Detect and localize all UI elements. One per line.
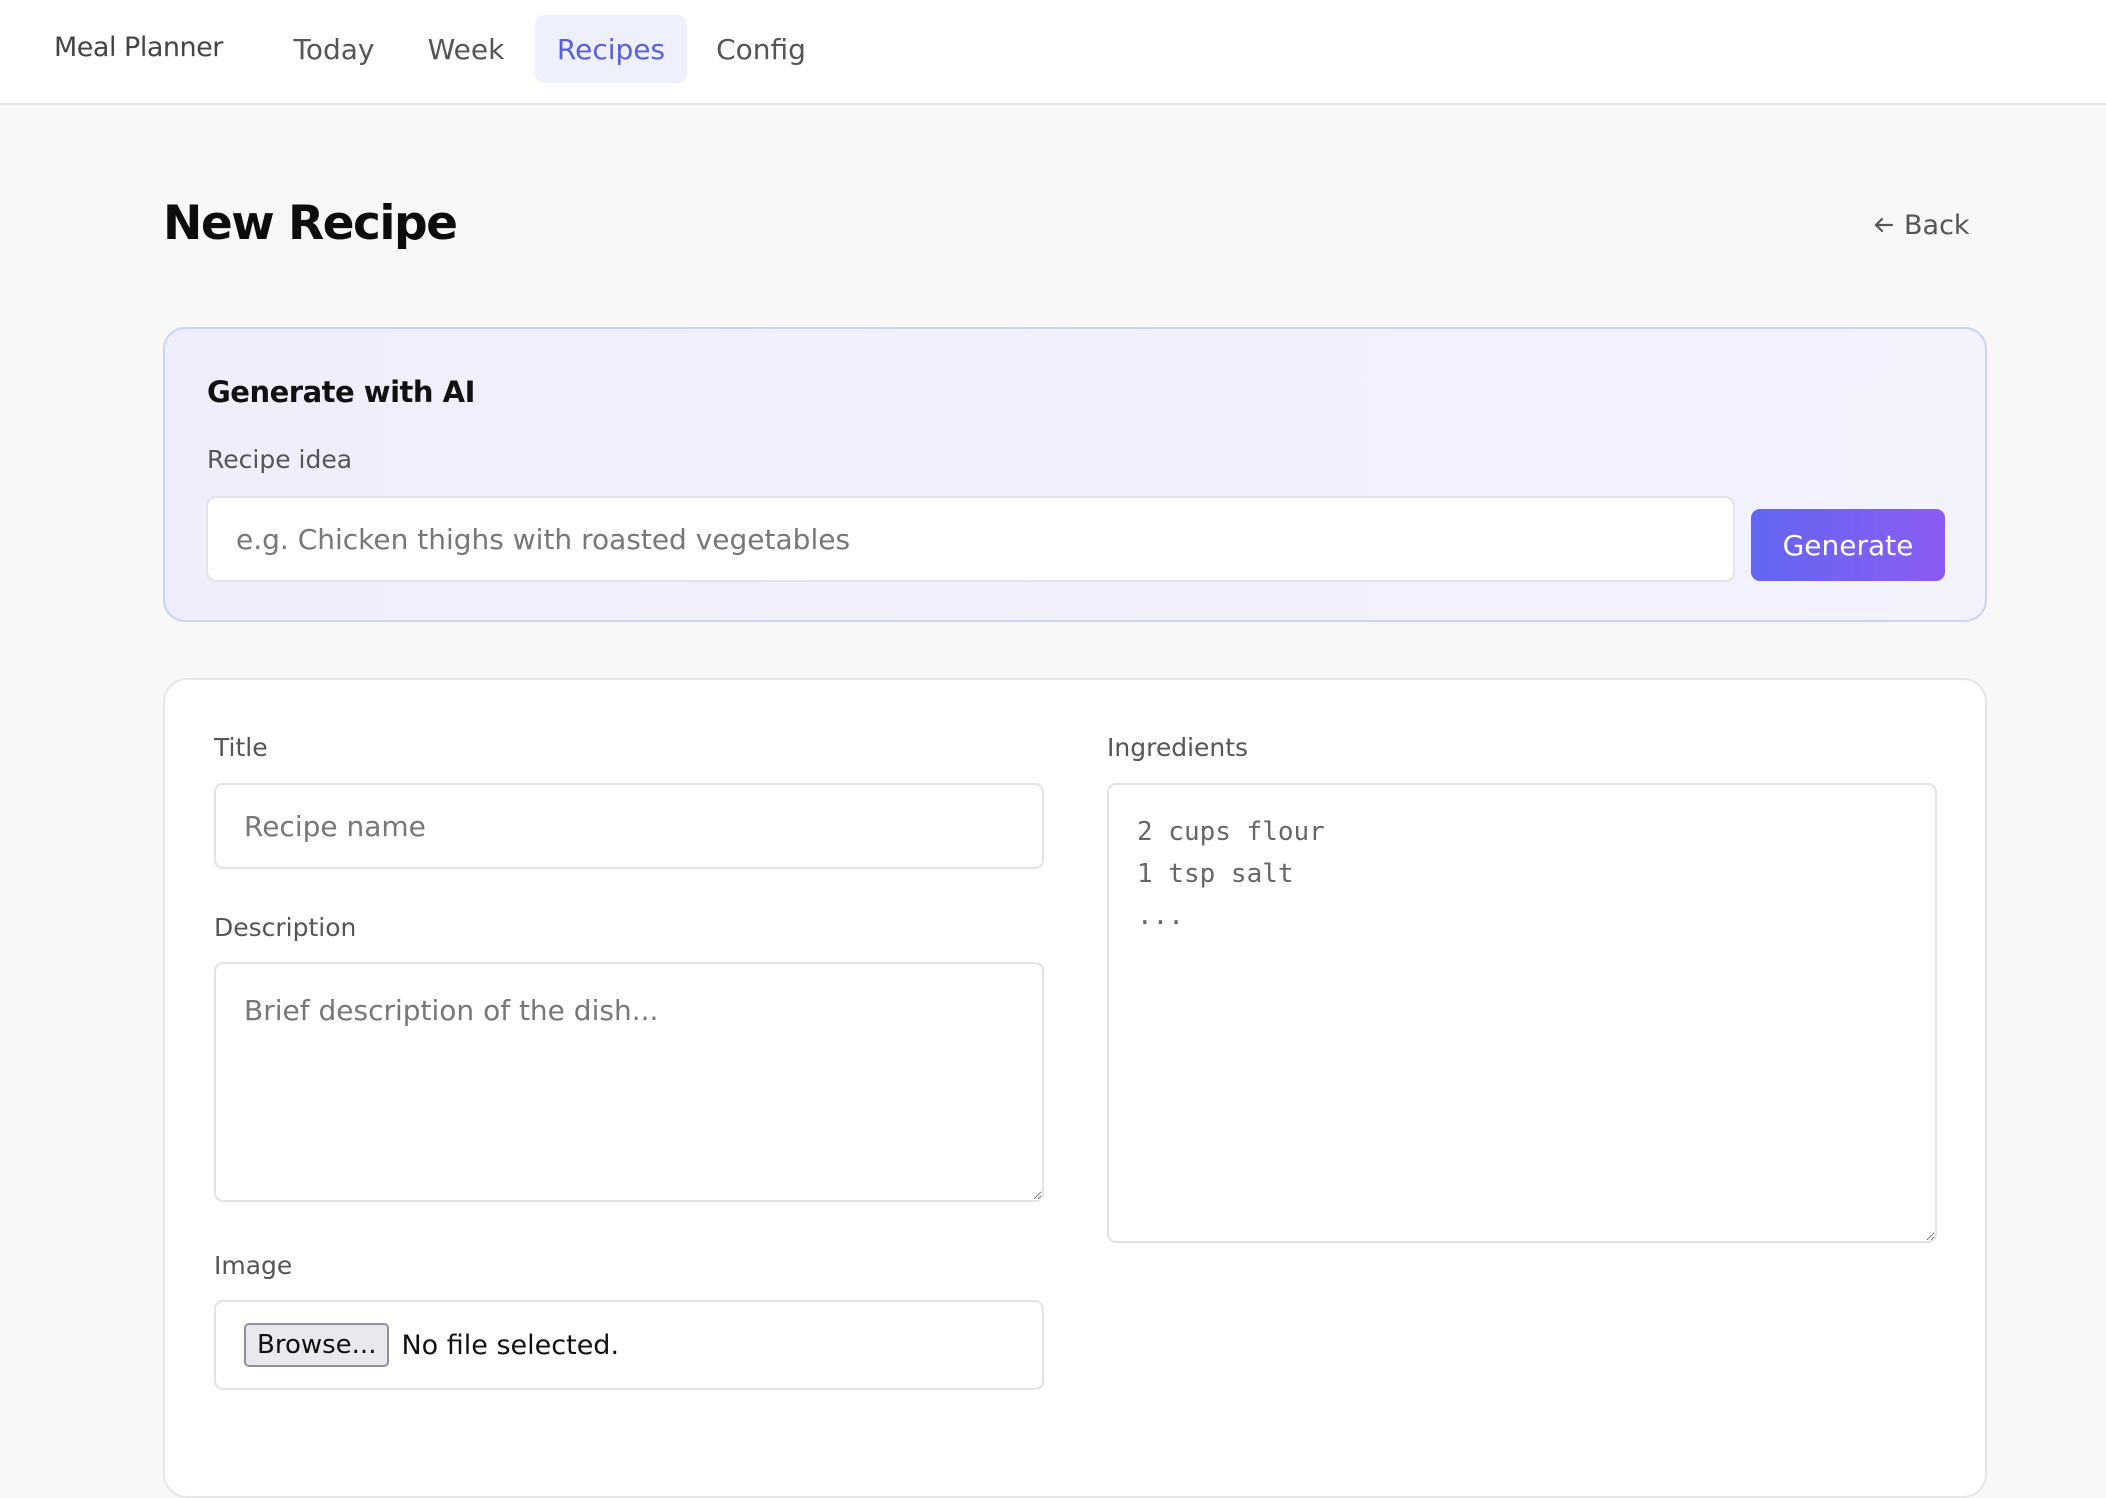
image-label: Image [214, 1251, 293, 1280]
title-input[interactable] [214, 783, 1044, 869]
top-navigation: Meal Planner Today Week Recipes Config [0, 0, 2106, 105]
nav-today[interactable]: Today [280, 15, 388, 83]
ingredients-label: Ingredients [1107, 733, 1249, 762]
image-file-input[interactable]: Browse... No file selected. [214, 1300, 1044, 1390]
page-title: New Recipe [163, 196, 458, 251]
generate-button[interactable]: Generate [1751, 509, 1945, 581]
nav-recipes[interactable]: Recipes [535, 15, 687, 83]
description-label: Description [214, 913, 357, 942]
recipe-form-card: Title Description Image Browse... No fil… [163, 678, 1987, 1498]
recipe-idea-label: Recipe idea [207, 445, 353, 474]
nav-week[interactable]: Week [412, 15, 520, 83]
arrow-left-icon [1874, 217, 1894, 233]
ingredients-textarea[interactable] [1107, 783, 1937, 1243]
back-link[interactable]: Back [1872, 205, 1970, 245]
nav-config[interactable]: Config [706, 15, 816, 83]
app-brand[interactable]: Meal Planner [54, 32, 223, 63]
ai-generate-card: Generate with AI Recipe idea Generate [163, 327, 1987, 622]
back-link-label: Back [1904, 209, 1970, 241]
file-status: No file selected. [401, 1329, 620, 1361]
ai-card-title: Generate with AI [207, 375, 475, 409]
browse-button[interactable]: Browse... [244, 1323, 390, 1367]
description-textarea[interactable] [214, 962, 1044, 1202]
title-label: Title [214, 733, 268, 762]
recipe-idea-input[interactable] [206, 496, 1735, 582]
